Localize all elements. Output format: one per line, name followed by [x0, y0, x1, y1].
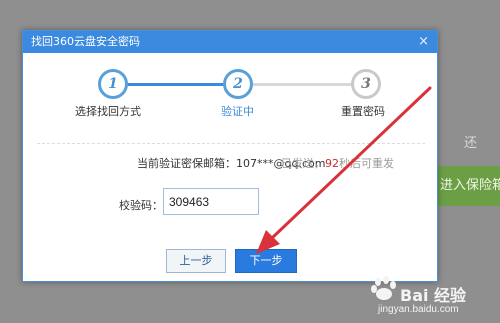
watermark-title: Bai 经验 [400, 286, 467, 305]
baidu-paw-logo-icon [371, 276, 396, 300]
watermark-url: jingyan.baidu.com [378, 304, 459, 315]
annotation-arrow-icon [256, 86, 432, 254]
